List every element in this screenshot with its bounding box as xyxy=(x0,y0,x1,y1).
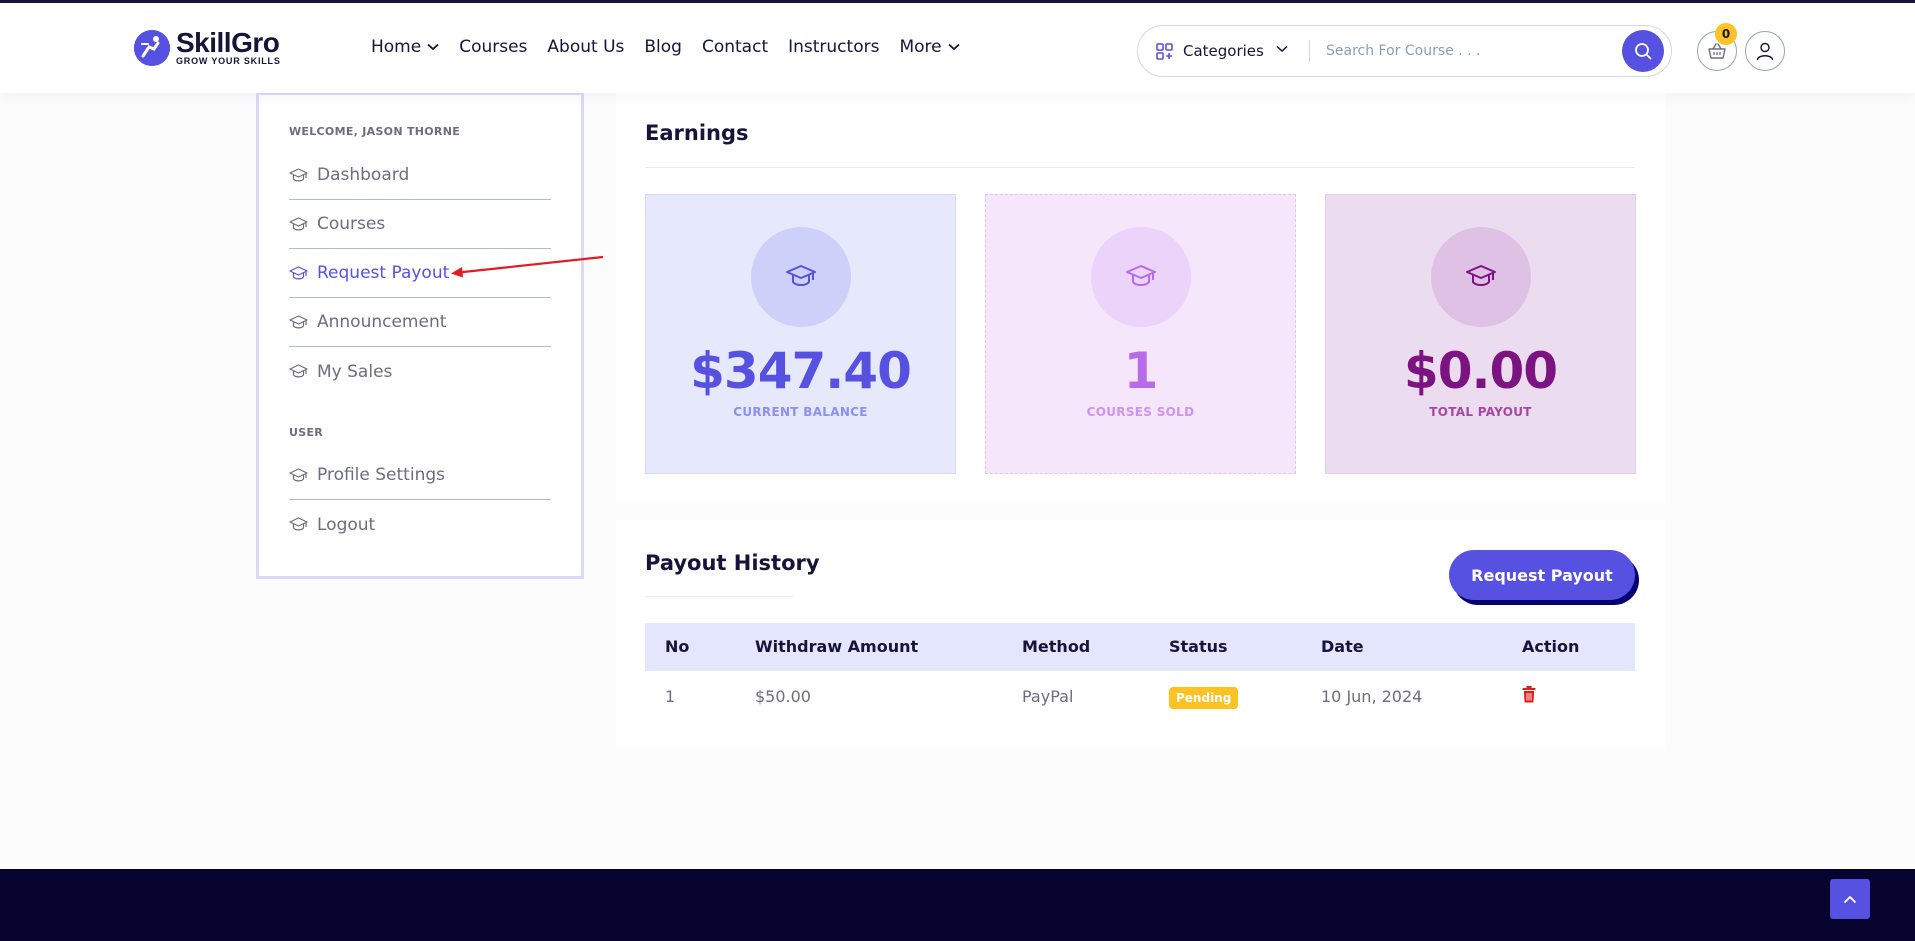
sidebar-item-label: My Sales xyxy=(317,361,393,382)
cell-method: PayPal xyxy=(1022,687,1074,706)
nav-item-blog[interactable]: Blog xyxy=(644,37,682,57)
logo-mark-icon xyxy=(134,30,170,66)
sidebar-item-courses[interactable]: Courses xyxy=(289,200,551,249)
stat-icon-circle xyxy=(751,227,851,327)
stat-icon-circle xyxy=(1091,227,1191,327)
categories-dropdown[interactable]: Categories xyxy=(1156,26,1264,76)
graduation-cap-icon xyxy=(289,467,308,481)
stat-card-current-balance: $347.40 CURRENT BALANCE xyxy=(645,194,956,474)
dashboard-sidebar: WELCOME, JASON THORNE Dashboard Courses … xyxy=(256,93,584,579)
search-divider xyxy=(1309,40,1310,62)
stat-card-courses-sold: 1 COURSES SOLD xyxy=(985,194,1296,474)
stat-value: $0.00 xyxy=(1403,342,1558,400)
sidebar-welcome-heading: WELCOME, JASON THORNE xyxy=(289,125,461,138)
graduation-cap-icon xyxy=(289,167,308,181)
nav-item-more[interactable]: More xyxy=(899,37,960,57)
nav-item-courses[interactable]: Courses xyxy=(459,37,527,57)
payout-history-table: No Withdraw Amount Method Status Date Ac… xyxy=(645,623,1635,721)
site-footer xyxy=(0,869,1915,941)
stat-card-total-payout: $0.00 TOTAL PAYOUT xyxy=(1325,194,1636,474)
logo-tagline: GROW YOUR SKILLS xyxy=(176,56,281,66)
nav-item-label: Home xyxy=(371,37,422,57)
grid-icon xyxy=(1156,42,1173,60)
stat-value: $347.40 xyxy=(690,342,912,400)
column-header-method: Method xyxy=(1022,637,1091,656)
sidebar-item-my-sales[interactable]: My Sales xyxy=(289,347,551,396)
chevron-up-icon xyxy=(1843,895,1857,903)
column-header-withdraw-amount: Withdraw Amount xyxy=(755,637,919,656)
graduation-cap-icon xyxy=(289,265,308,279)
stat-icon-circle xyxy=(1431,227,1531,327)
nav-item-label: Contact xyxy=(701,37,769,57)
nav-item-label: Instructors xyxy=(788,37,880,57)
nav-item-label: Courses xyxy=(459,37,528,57)
earnings-title: Earnings xyxy=(645,121,749,145)
main-nav: Home Courses About Us Blog Contact Instr… xyxy=(371,37,980,57)
graduation-cap-icon xyxy=(786,265,816,286)
sidebar-item-label: Request Payout xyxy=(317,263,450,283)
graduation-cap-icon xyxy=(289,364,308,378)
stat-value: 1 xyxy=(1123,342,1159,400)
graduation-cap-icon xyxy=(289,216,308,230)
sidebar-item-label: Dashboard xyxy=(317,165,410,185)
earnings-divider xyxy=(645,167,1635,168)
payout-history-title: Payout History xyxy=(645,551,820,575)
cart-count-badge: 0 xyxy=(1715,23,1737,45)
scroll-to-top-button[interactable] xyxy=(1830,879,1870,919)
search-button[interactable] xyxy=(1622,30,1664,72)
nav-item-instructors[interactable]: Instructors xyxy=(788,37,879,57)
cell-no: 1 xyxy=(665,687,676,706)
search-bar: Categories xyxy=(1137,25,1672,77)
payout-history-divider xyxy=(645,596,793,597)
nav-item-about-us[interactable]: About Us xyxy=(547,37,624,57)
user-icon xyxy=(1756,42,1774,61)
user-account-button[interactable] xyxy=(1745,31,1785,71)
graduation-cap-icon xyxy=(1126,265,1156,286)
sidebar-item-label: Courses xyxy=(317,214,386,234)
sidebar-item-label: Announcement xyxy=(317,312,447,332)
earnings-panel: Earnings $347.40 CURRENT BALANCE 1 COURS… xyxy=(616,93,1665,503)
nav-item-label: More xyxy=(899,37,942,57)
chevron-down-icon xyxy=(427,43,439,51)
site-logo[interactable]: SkillGro GROW YOUR SKILLS xyxy=(134,28,281,68)
site-header: SkillGro GROW YOUR SKILLS Home Courses A… xyxy=(0,3,1915,93)
stat-label: TOTAL PAYOUT xyxy=(1429,405,1532,419)
column-header-status: Status xyxy=(1169,637,1228,656)
payout-history-panel: Payout History Request Payout No Withdra… xyxy=(616,520,1665,748)
table-row: 1 $50.00 PayPal Pending 10 Jun, 2024 xyxy=(645,671,1635,721)
stat-label: CURRENT BALANCE xyxy=(733,405,868,419)
status-badge: Pending xyxy=(1169,687,1239,709)
cell-date: 10 Jun, 2024 xyxy=(1321,687,1423,706)
sidebar-item-label: Profile Settings xyxy=(317,465,445,485)
graduation-cap-icon xyxy=(289,517,308,531)
nav-item-label: About Us xyxy=(547,37,625,57)
search-icon xyxy=(1635,43,1652,60)
logo-name: SkillGro xyxy=(176,27,280,58)
chevron-down-icon xyxy=(948,43,960,51)
cart-button[interactable]: 0 xyxy=(1697,23,1737,71)
nav-item-label: Blog xyxy=(644,37,682,57)
sidebar-item-dashboard[interactable]: Dashboard xyxy=(289,151,551,200)
sidebar-item-announcement[interactable]: Announcement xyxy=(289,298,551,347)
nav-item-contact[interactable]: Contact xyxy=(702,37,768,57)
cell-withdraw-amount: $50.00 xyxy=(755,687,811,706)
search-input[interactable] xyxy=(1326,34,1606,68)
column-header-date: Date xyxy=(1321,637,1364,656)
annotation-arrow-icon xyxy=(451,255,604,278)
chevron-down-icon xyxy=(1276,45,1288,53)
sidebar-item-logout[interactable]: Logout xyxy=(289,500,551,549)
sidebar-item-profile-settings[interactable]: Profile Settings xyxy=(289,451,551,500)
table-header: No Withdraw Amount Method Status Date Ac… xyxy=(645,623,1635,671)
sidebar-user-heading: USER xyxy=(289,426,324,439)
column-header-no: No xyxy=(665,637,690,656)
stat-label: COURSES SOLD xyxy=(1086,405,1195,419)
request-payout-button[interactable]: Request Payout xyxy=(1449,550,1635,600)
categories-label: Categories xyxy=(1183,42,1264,60)
sidebar-item-label: Logout xyxy=(317,514,376,535)
nav-item-home[interactable]: Home xyxy=(371,37,439,57)
column-header-action: Action xyxy=(1522,637,1580,656)
graduation-cap-icon xyxy=(289,314,308,328)
graduation-cap-icon xyxy=(1466,265,1496,286)
trash-icon[interactable] xyxy=(1522,686,1536,703)
